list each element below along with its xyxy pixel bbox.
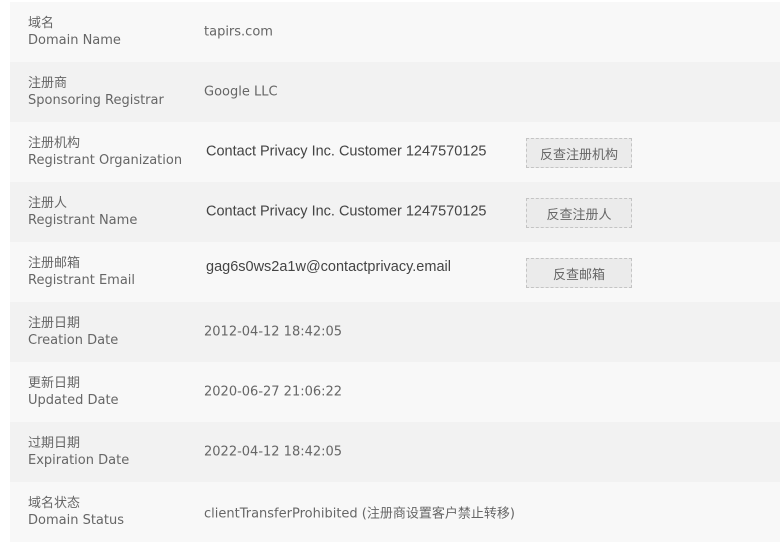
row-label: 域名状态 Domain Status	[28, 495, 124, 529]
updated-date-value: 2020-06-27 21:06:22	[204, 384, 343, 400]
label-cn: 域名状态	[28, 496, 81, 511]
label-cn: 过期日期	[28, 436, 81, 451]
row-registrant-email: 注册邮箱 Registrant Email gag6s0ws2a1w@conta…	[10, 242, 780, 302]
label-cn: 更新日期	[28, 376, 81, 391]
label-en: Creation Date	[28, 333, 119, 348]
whois-table: 域名 Domain Name tapirs.com 注册商 Sponsoring…	[10, 2, 780, 542]
label-en: Domain Name	[28, 33, 121, 48]
reverse-lookup-email-button[interactable]: 反查邮箱	[526, 258, 632, 288]
domain-status-value: clientTransferProhibited (注册商设置客户禁止转移)	[204, 506, 515, 522]
reverse-lookup-registrant-button[interactable]: 反查注册人	[526, 198, 632, 228]
label-cn: 注册机构	[28, 136, 81, 151]
row-domain-name: 域名 Domain Name tapirs.com	[10, 2, 780, 62]
label-en: Registrant Organization	[28, 153, 183, 168]
row-label: 注册人 Registrant Name	[28, 195, 137, 229]
row-expiration-date: 过期日期 Expiration Date 2022-04-12 18:42:05	[10, 422, 780, 482]
expiration-date-value: 2022-04-12 18:42:05	[204, 444, 343, 460]
registrar-value: Google LLC	[204, 84, 278, 100]
label-cn: 注册日期	[28, 316, 81, 331]
row-label: 域名 Domain Name	[28, 15, 121, 49]
registrant-email-value: gag6s0ws2a1w@contactprivacy.email	[206, 259, 451, 275]
row-label: 注册邮箱 Registrant Email	[28, 255, 135, 289]
label-cn: 注册邮箱	[28, 256, 81, 271]
registrant-organization-value: Contact Privacy Inc. Customer 1247570125	[206, 143, 487, 160]
label-en: Registrant Email	[28, 273, 136, 288]
label-cn: 域名	[28, 16, 55, 31]
reverse-lookup-organization-button[interactable]: 反查注册机构	[526, 138, 632, 168]
label-en: Expiration Date	[28, 453, 130, 468]
row-label: 注册日期 Creation Date	[28, 315, 118, 349]
row-domain-status: 域名状态 Domain Status clientTransferProhibi…	[10, 482, 780, 542]
label-en: Registrant Name	[28, 213, 138, 228]
label-en: Updated Date	[28, 393, 119, 408]
row-registrant-name: 注册人 Registrant Name Contact Privacy Inc.…	[10, 182, 780, 242]
label-cn: 注册商	[28, 76, 68, 91]
row-registrant-organization: 注册机构 Registrant Organization Contact Pri…	[10, 122, 780, 182]
row-label: 更新日期 Updated Date	[28, 375, 119, 409]
label-en: Domain Status	[28, 513, 125, 528]
row-updated-date: 更新日期 Updated Date 2020-06-27 21:06:22	[10, 362, 780, 422]
row-label: 注册商 Sponsoring Registrar	[28, 75, 164, 109]
row-creation-date: 注册日期 Creation Date 2012-04-12 18:42:05	[10, 302, 780, 362]
label-en: Sponsoring Registrar	[28, 93, 164, 108]
creation-date-value: 2012-04-12 18:42:05	[204, 324, 343, 340]
row-label: 过期日期 Expiration Date	[28, 435, 129, 469]
registrant-name-value: Contact Privacy Inc. Customer 1247570125	[206, 203, 487, 220]
label-cn: 注册人	[28, 196, 68, 211]
domain-name-value: tapirs.com	[204, 24, 273, 40]
row-sponsoring-registrar: 注册商 Sponsoring Registrar Google LLC	[10, 62, 780, 122]
row-label: 注册机构 Registrant Organization	[28, 135, 182, 169]
